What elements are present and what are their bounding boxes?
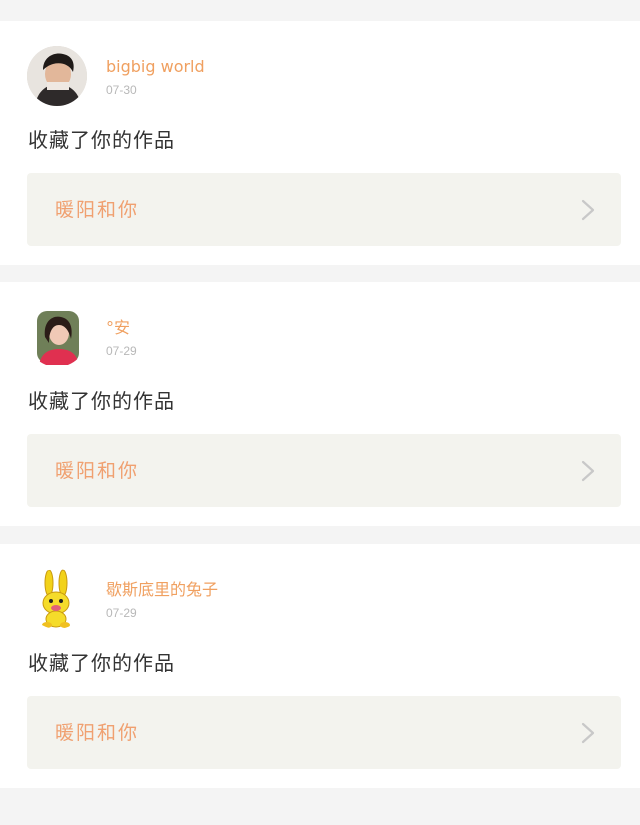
work-title: 暖阳和你 (55, 722, 140, 744)
work-link[interactable]: 暖阳和你 (27, 434, 621, 507)
timestamp: 07-30 (106, 83, 137, 97)
work-title: 暖阳和你 (55, 199, 140, 221)
work-link[interactable]: 暖阳和你 (27, 173, 621, 246)
action-text: 收藏了你的作品 (28, 389, 175, 413)
username[interactable]: bigbig world (106, 57, 205, 77)
username[interactable]: °安 (106, 318, 130, 338)
notification-card: °安 07-29 收藏了你的作品 暖阳和你 (0, 282, 640, 526)
notification-card: bigbig world 07-30 收藏了你的作品 暖阳和你 (0, 21, 640, 265)
timestamp: 07-29 (106, 344, 137, 358)
timestamp: 07-29 (106, 606, 137, 620)
avatar[interactable] (27, 569, 87, 629)
chevron-right-icon (581, 722, 595, 744)
action-text: 收藏了你的作品 (28, 128, 175, 152)
chevron-right-icon (581, 460, 595, 482)
chevron-right-icon (581, 199, 595, 221)
work-title: 暖阳和你 (55, 460, 140, 482)
notification-card: 歇斯底里的兔子 07-29 收藏了你的作品 暖阳和你 (0, 544, 640, 788)
work-link[interactable]: 暖阳和你 (27, 696, 621, 769)
avatar[interactable] (27, 46, 87, 106)
username[interactable]: 歇斯底里的兔子 (106, 580, 218, 600)
avatar[interactable] (27, 307, 87, 367)
notification-feed: bigbig world 07-30 收藏了你的作品 暖阳和你 °安 07-29… (0, 0, 640, 825)
action-text: 收藏了你的作品 (28, 651, 175, 675)
